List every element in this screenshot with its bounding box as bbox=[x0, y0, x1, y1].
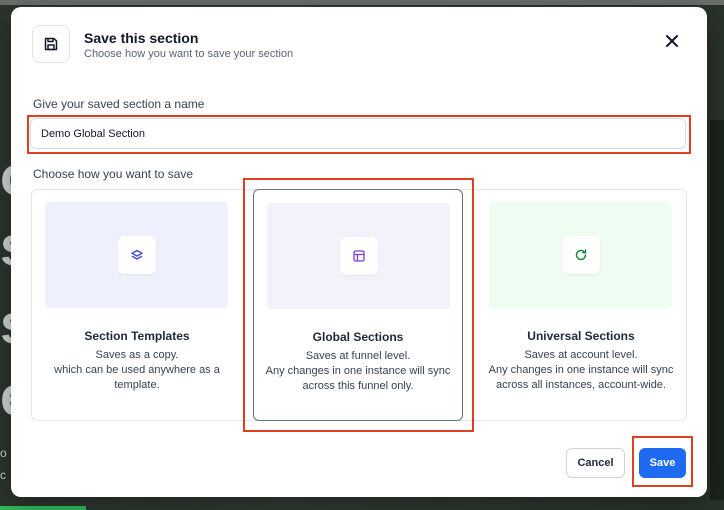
option-description: Saves at funnel level. Any changes in on… bbox=[265, 350, 451, 392]
option-description: Saves as a copy. which can be used anywh… bbox=[54, 349, 220, 391]
background-progress-strip bbox=[0, 506, 86, 510]
floppy-disk-icon bbox=[32, 25, 70, 63]
option-global-sections[interactable]: Global Sections Saves at funnel level. A… bbox=[253, 189, 463, 421]
modal-title: Save this section bbox=[84, 30, 199, 46]
save-options-label: Choose how you want to save bbox=[33, 167, 194, 181]
close-icon[interactable] bbox=[662, 31, 682, 51]
option-title: Global Sections bbox=[312, 330, 404, 344]
modal-subtitle: Choose how you want to save your section bbox=[84, 48, 294, 60]
option-description: Saves at account level. Any changes in o… bbox=[488, 349, 674, 391]
option-title: Section Templates bbox=[84, 329, 190, 343]
option-preview bbox=[45, 202, 228, 308]
cancel-button[interactable]: Cancel bbox=[566, 448, 625, 478]
layers-icon bbox=[117, 236, 156, 274]
section-name-input[interactable] bbox=[30, 118, 686, 149]
save-section-modal: Save this section Choose how you want to… bbox=[11, 7, 707, 497]
option-title: Universal Sections bbox=[527, 329, 635, 343]
background-text: o bbox=[0, 446, 7, 460]
option-preview bbox=[267, 203, 450, 309]
background-top-bar bbox=[0, 0, 724, 5]
refresh-icon bbox=[561, 236, 600, 274]
option-preview bbox=[489, 202, 672, 308]
save-button[interactable]: Save bbox=[639, 448, 686, 478]
option-universal-sections[interactable]: Universal Sections Saves at account leve… bbox=[476, 189, 686, 421]
background-text: c bbox=[0, 468, 6, 482]
option-section-templates[interactable]: Section Templates Saves as a copy. which… bbox=[32, 189, 242, 421]
name-field-label: Give your saved section a name bbox=[33, 97, 205, 111]
background-image bbox=[710, 120, 724, 500]
layout-icon bbox=[339, 237, 378, 275]
